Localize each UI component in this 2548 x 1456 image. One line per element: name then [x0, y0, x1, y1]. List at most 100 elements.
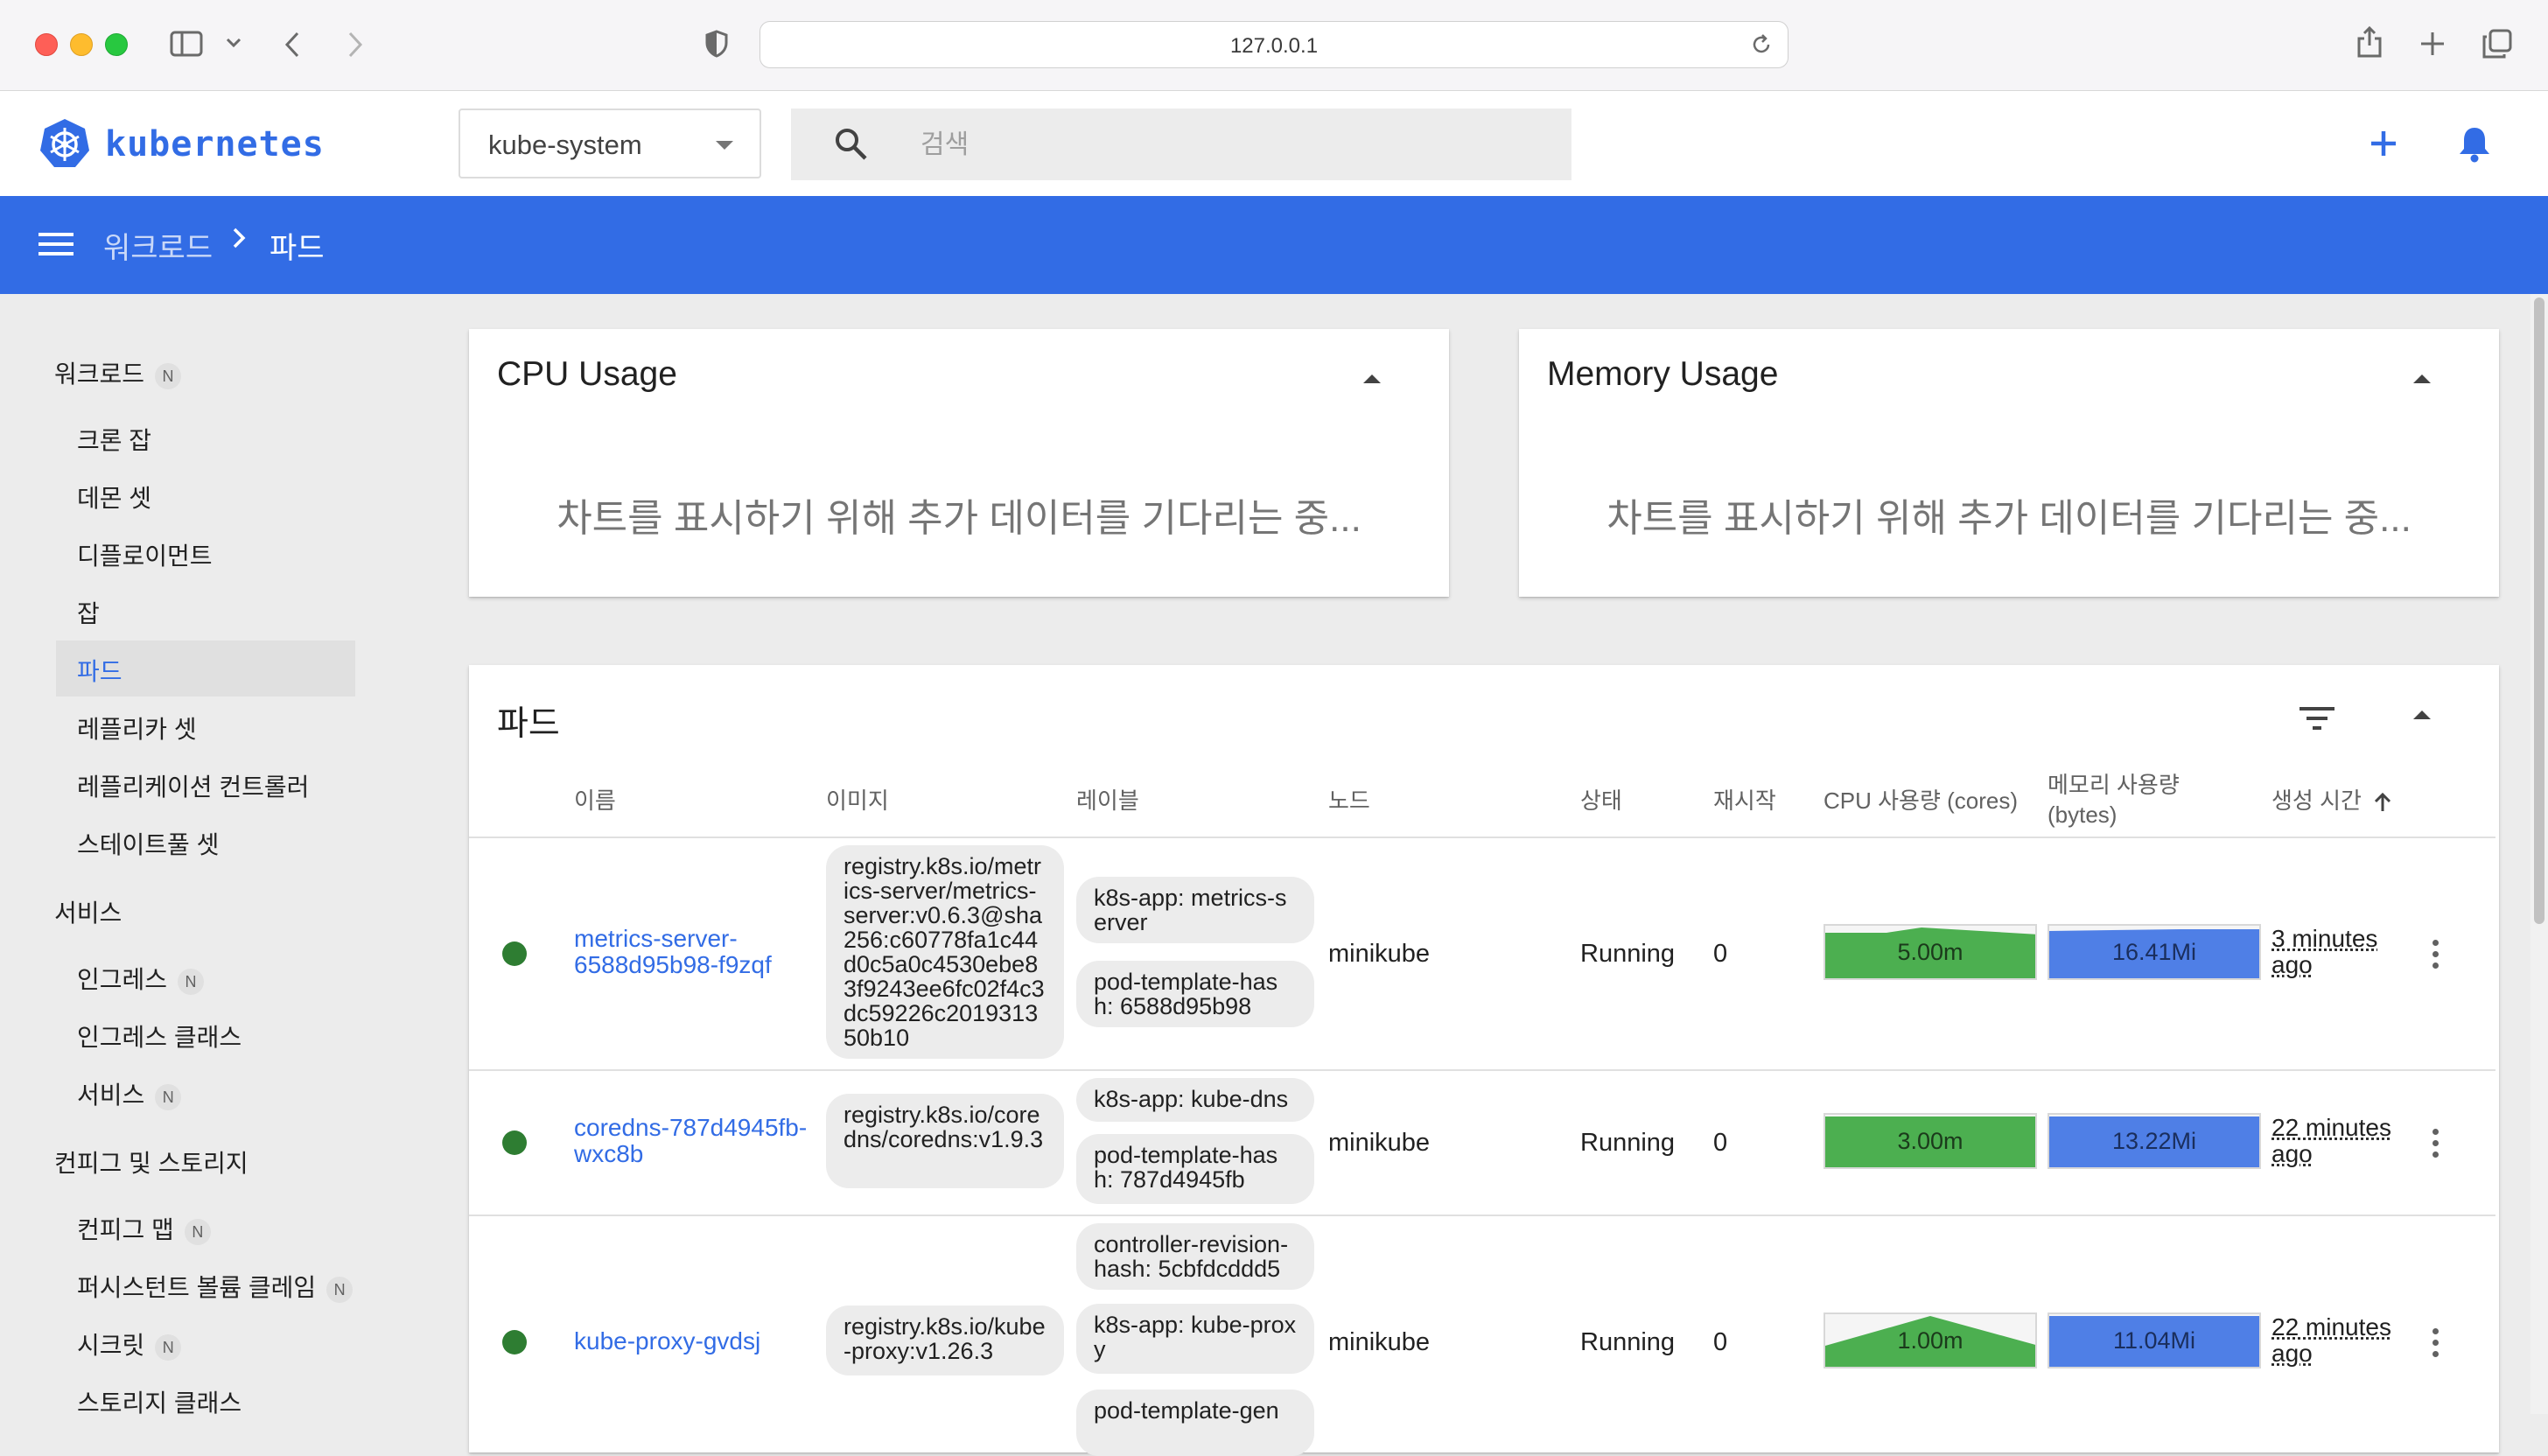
- age-line2: ago: [2272, 1140, 2313, 1167]
- sidebar-item-services[interactable]: 서비스 N: [77, 1076, 182, 1111]
- sidebar-item-daemonsets[interactable]: 데몬 셋: [77, 480, 151, 514]
- age-header-label: 생성 시간: [2272, 788, 2362, 814]
- sidebar-item-ingresses[interactable]: 인그레스 N: [77, 961, 205, 996]
- image-chip: registry.k8s.io/kube-proxy:v1.26.3: [826, 1306, 1064, 1376]
- memory-header-line2: (bytes): [2048, 802, 2118, 828]
- breadcrumb-parent[interactable]: 워크로드: [103, 224, 213, 267]
- breadcrumb-current: 파드: [270, 232, 325, 265]
- column-header-labels: 레이블: [1076, 788, 1139, 814]
- row-actions-icon[interactable]: [2432, 1129, 2440, 1163]
- status-cell: Running: [1580, 940, 1676, 968]
- sidebar-item-jobs[interactable]: 잡: [77, 595, 100, 630]
- new-tab-icon[interactable]: [2418, 30, 2446, 62]
- sidebar-item-replicationcontrollers[interactable]: 레플리케이션 컨트롤러: [77, 768, 309, 803]
- column-header-cpu: CPU 사용량 (cores): [1824, 788, 2018, 814]
- sidebar-section-workloads[interactable]: 워크로드 N: [54, 355, 182, 390]
- cpu-usage-card: CPU Usage 차트를 표시하기 위해 추가 데이터를 기다리는 중...: [469, 329, 1449, 597]
- sidebar-item-pvcs[interactable]: 퍼시스턴트 볼륨 클레임 N: [77, 1269, 354, 1304]
- search-input[interactable]: [919, 108, 1535, 182]
- tab-overview-icon[interactable]: [2482, 28, 2513, 64]
- sidebar-item-configmaps[interactable]: 컨피그 맵 N: [77, 1211, 211, 1246]
- age-line1: 3 minutes: [2272, 925, 2378, 952]
- sidebar-item-ingressclasses[interactable]: 인그레스 클래스: [77, 1018, 242, 1054]
- column-header-name[interactable]: 이름: [574, 786, 616, 816]
- label-chip: pod-template-gen: [1076, 1390, 1314, 1456]
- notification-bell-icon[interactable]: [2457, 124, 2492, 167]
- sidebar-item-deployments[interactable]: 디플로이먼트: [77, 537, 213, 572]
- page-scrollbar-thumb[interactable]: [2534, 298, 2544, 924]
- sidebar-item-statefulsets[interactable]: 스테이트풀 셋: [77, 826, 219, 861]
- column-header-age[interactable]: 생성 시간: [2272, 786, 2392, 816]
- zoom-window-button[interactable]: [105, 33, 128, 56]
- node-cell: minikube: [1328, 940, 1431, 968]
- age-line2: ago: [2272, 951, 2313, 978]
- column-header-image: 이미지: [826, 788, 889, 814]
- collapse-arrow-icon[interactable]: [2413, 710, 2431, 719]
- sort-ascending-icon[interactable]: [2373, 792, 2392, 813]
- sidebar-item-storageclasses[interactable]: 스토리지 클래스: [77, 1384, 242, 1419]
- column-header-node[interactable]: 노드: [1328, 786, 1370, 816]
- memory-sparkline: 16.41Mi: [2048, 924, 2261, 980]
- namespace-selector[interactable]: kube-system: [458, 108, 761, 178]
- reload-icon[interactable]: [1749, 32, 1774, 61]
- memory-waiting-message: 차트를 표시하기 위해 추가 데이터를 기다리는 중...: [1606, 497, 2412, 540]
- label-chip: k8s-app: kube-proxy: [1076, 1304, 1314, 1374]
- forward-icon[interactable]: [345, 30, 366, 64]
- row-actions-icon[interactable]: [2432, 940, 2440, 974]
- node-cell: minikube: [1328, 1328, 1431, 1356]
- pod-name-link[interactable]: metrics-server-6588d95b98-f9zqf: [574, 926, 828, 978]
- table-row-divider: [469, 1214, 2496, 1216]
- sidebar-section-label: 워크로드: [54, 360, 145, 388]
- pod-name-link[interactable]: coredns-787d4945fb-wxc8b: [574, 1115, 828, 1167]
- running-status-icon: [502, 1130, 527, 1155]
- memory-usage-title: Memory Usage: [1547, 355, 1779, 393]
- collapse-arrow-icon[interactable]: [2413, 374, 2431, 383]
- pods-title: 파드: [497, 705, 560, 743]
- column-header-restarts[interactable]: 재시작: [1713, 786, 1776, 816]
- privacy-shield-icon[interactable]: [705, 30, 728, 62]
- close-window-button[interactable]: [35, 33, 58, 56]
- memory-value: 13.22Mi: [2111, 1128, 2197, 1154]
- sidebar-section-config-storage[interactable]: 컨피그 및 스토리지: [54, 1144, 248, 1180]
- restarts-cell: 0: [1713, 940, 1728, 968]
- new-badge: N: [155, 362, 182, 389]
- memory-value: 11.04Mi: [2112, 1327, 2196, 1354]
- cpu-usage-title: CPU Usage: [497, 355, 677, 393]
- cpu-sparkline: 1.00m: [1824, 1312, 2037, 1368]
- kubernetes-logo-icon[interactable]: [38, 117, 91, 174]
- restarts-cell: 0: [1713, 1328, 1728, 1356]
- back-icon[interactable]: [282, 30, 303, 64]
- chevron-down-icon[interactable]: [226, 37, 242, 53]
- sidebar-section-services[interactable]: 서비스: [54, 894, 122, 929]
- sidebar-item-cronjobs[interactable]: 크론 잡: [77, 422, 151, 457]
- cpu-value: 3.00m: [1897, 1128, 1964, 1154]
- sidebar-item-pods[interactable]: 파드: [77, 653, 122, 688]
- table-divider: [469, 836, 2496, 838]
- search-box[interactable]: [791, 108, 1572, 182]
- row-actions-icon[interactable]: [2432, 1328, 2440, 1362]
- sidebar-item-secrets[interactable]: 시크릿 N: [77, 1326, 182, 1362]
- dropdown-caret-icon: [716, 141, 733, 150]
- add-resource-icon[interactable]: [2366, 126, 2401, 165]
- memory-header-line1: 메모리 사용량: [2048, 772, 2180, 798]
- sidebar-toggle-icon[interactable]: [170, 30, 203, 62]
- age-line1: 22 minutes: [2272, 1114, 2391, 1141]
- column-header-status[interactable]: 상태: [1580, 786, 1622, 816]
- age-line1: 22 minutes: [2272, 1313, 2391, 1340]
- sidebar-item-replicasets[interactable]: 레플리카 셋: [77, 710, 197, 746]
- collapse-arrow-icon[interactable]: [1363, 374, 1381, 383]
- cpu-waiting-message: 차트를 표시하기 위해 추가 데이터를 기다리는 중...: [556, 497, 1362, 540]
- pod-name-link[interactable]: kube-proxy-gvdsj: [574, 1328, 828, 1354]
- sidebar-item-label: 시크릿: [77, 1332, 145, 1359]
- sidebar-nav: 워크로드 N 크론 잡 데몬 셋 디플로이먼트 잡 파드 레플리카 셋 레플리케이…: [0, 294, 438, 1417]
- share-icon[interactable]: [2356, 24, 2384, 64]
- app-logo-text[interactable]: kubernetes: [105, 124, 325, 164]
- hamburger-menu-icon[interactable]: [38, 231, 74, 262]
- address-bar[interactable]: 127.0.0.1: [760, 21, 1788, 68]
- label-chip: pod-template-hash: 6588d95b98: [1076, 961, 1314, 1027]
- filter-icon[interactable]: [2300, 705, 2334, 736]
- new-badge: N: [155, 1334, 182, 1361]
- minimize-window-button[interactable]: [70, 33, 93, 56]
- sidebar-item-label: 인그레스: [77, 966, 168, 993]
- label-chip: pod-template-hash: 787d4945fb: [1076, 1134, 1314, 1204]
